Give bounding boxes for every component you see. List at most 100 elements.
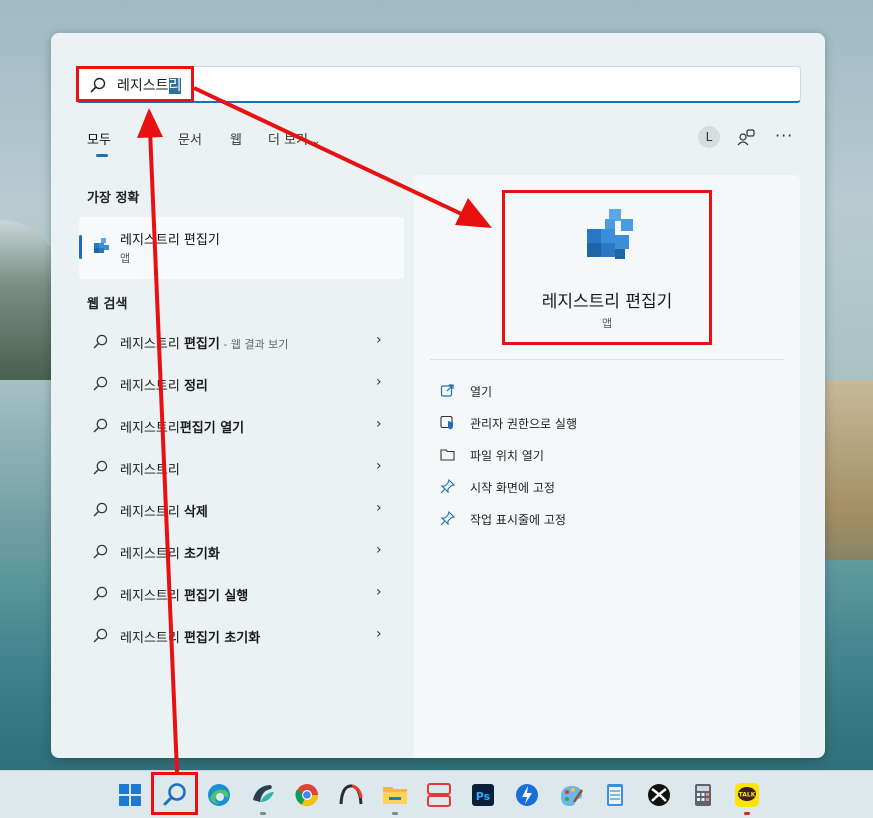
action-open-file-location[interactable]: 파일 위치 열기 (440, 445, 770, 469)
web-search-item[interactable]: 레지스트리 편집기 초기화 › (79, 616, 404, 656)
annotation-box-search-query (76, 66, 194, 102)
chevron-right-icon: › (376, 332, 382, 348)
search-icon (93, 334, 108, 349)
web-search-item[interactable]: 레지스트리 편집기 - 웹 결과 보기 › (79, 322, 404, 362)
paint-icon (561, 786, 584, 806)
notepad-icon (607, 784, 623, 806)
taskbar-chrome[interactable] (292, 780, 322, 810)
kakaotalk-icon: TALK (735, 783, 759, 807)
folder-icon (383, 787, 407, 804)
web-search-item-label: 레지스트리 초기화 (120, 547, 220, 562)
taskbar: Ps TALK (0, 770, 873, 818)
taskbar-app-arc[interactable] (336, 780, 366, 810)
pin-icon (440, 479, 455, 494)
web-search-item[interactable]: 레지스트리 편집기 실행 › (79, 574, 404, 614)
more-options-icon[interactable]: ··· (775, 126, 793, 145)
open-icon (440, 384, 454, 397)
action-pin-to-start[interactable]: 시작 화면에 고정 (440, 477, 770, 501)
best-match-type: 앱 (120, 252, 131, 265)
search-panel: 레지스트리 모두 문서 웹 더 보기 ⌄ L ··· 가장 정확 레지스트리 편… (51, 33, 825, 758)
divider (430, 359, 784, 360)
web-search-item-label: 레지스트리 (120, 463, 180, 478)
kakaotalk-label: TALK (739, 792, 756, 799)
action-pin-to-taskbar[interactable]: 작업 표시줄에 고정 (440, 509, 770, 533)
active-tab-indicator (96, 154, 108, 157)
shield-icon (440, 415, 453, 430)
taskbar-file-explorer[interactable] (380, 780, 410, 810)
bolt-icon (516, 784, 538, 806)
taskbar-calculator[interactable] (688, 780, 718, 810)
taskbar-photoshop[interactable]: Ps (468, 780, 498, 810)
action-label: 시작 화면에 고정 (470, 481, 555, 495)
chevron-right-icon: › (376, 542, 382, 558)
chevron-right-icon: › (376, 458, 382, 474)
action-label: 열기 (470, 385, 493, 399)
pin-icon (440, 511, 455, 526)
action-label: 파일 위치 열기 (470, 449, 544, 463)
best-match-item[interactable]: 레지스트리 편집기 앱 (79, 217, 404, 279)
avatar[interactable]: L (698, 126, 720, 148)
windows-icon (119, 784, 141, 806)
annotation-box-app-detail (502, 190, 712, 345)
chevron-right-icon: › (376, 374, 382, 390)
web-search-item-label: 레지스트리 편집기 - 웹 결과 보기 (120, 337, 289, 352)
action-open[interactable]: 열기 (440, 381, 770, 405)
web-search-item[interactable]: 레지스트리편집기 열기 › (79, 406, 404, 446)
chrome-icon (295, 784, 318, 806)
web-search-item[interactable]: 레지스트리 삭제 › (79, 490, 404, 530)
action-run-as-admin[interactable]: 관리자 권한으로 실행 (440, 413, 770, 437)
web-search-item[interactable]: 레지스트리 › (79, 448, 404, 488)
folder-icon (440, 449, 455, 461)
split-window-icon (427, 783, 451, 807)
tab-documents[interactable]: 문서 (178, 129, 202, 148)
running-indicator (260, 812, 266, 815)
taskbar-notepad[interactable] (600, 780, 630, 810)
action-label: 작업 표시줄에 고정 (470, 513, 566, 527)
arc-icon (339, 784, 363, 805)
chevron-right-icon: › (376, 500, 382, 516)
search-icon (93, 502, 108, 517)
best-match-title: 가장 정확 (87, 191, 140, 206)
tab-more[interactable]: 더 보기 ⌄ (268, 129, 321, 148)
taskbar-edge[interactable] (204, 780, 234, 810)
start-button[interactable] (115, 780, 145, 810)
registry-editor-icon (94, 238, 109, 253)
web-search-item[interactable]: 레지스트리 초기화 › (79, 532, 404, 572)
web-search-item-label: 레지스트리 정리 (120, 379, 208, 394)
taskbar-xbox[interactable] (644, 780, 674, 810)
search-icon (93, 544, 108, 559)
chevron-down-icon: ⌄ (312, 136, 321, 147)
search-icon (93, 628, 108, 643)
taskbar-app-windows[interactable] (424, 780, 454, 810)
web-search-item[interactable]: 레지스트리 정리 › (79, 364, 404, 404)
tab-web[interactable]: 웹 (230, 129, 242, 148)
edge-icon (208, 784, 230, 806)
search-icon (93, 460, 108, 475)
search-icon (93, 418, 108, 433)
taskbar-app-bolt[interactable] (512, 780, 542, 810)
web-search-title: 웹 검색 (87, 297, 128, 312)
taskbar-app-bird[interactable] (248, 780, 278, 810)
tab-all[interactable]: 모두 (87, 129, 111, 148)
search-icon (93, 376, 108, 391)
selection-indicator (79, 235, 82, 259)
calculator-icon (695, 784, 711, 806)
web-search-item-label: 레지스트리 삭제 (120, 505, 208, 520)
people-icon[interactable] (737, 128, 755, 146)
web-search-item-label: 레지스트리편집기 열기 (120, 421, 245, 436)
chevron-right-icon: › (376, 626, 382, 642)
web-search-item-label: 레지스트리 편집기 실행 (120, 589, 249, 604)
chevron-right-icon: › (376, 584, 382, 600)
photoshop-icon: Ps (472, 784, 494, 806)
bird-icon (253, 785, 274, 802)
search-icon (93, 586, 108, 601)
taskbar-paint[interactable] (556, 780, 586, 810)
action-label: 관리자 권한으로 실행 (470, 417, 577, 431)
web-search-item-label: 레지스트리 편집기 초기화 (120, 631, 261, 646)
photoshop-label: Ps (476, 790, 491, 803)
xbox-icon (648, 784, 670, 806)
running-indicator (392, 812, 398, 815)
running-indicator (744, 812, 750, 815)
taskbar-kakaotalk[interactable]: TALK (732, 780, 762, 810)
tab-more-label: 더 보기 (268, 133, 309, 148)
